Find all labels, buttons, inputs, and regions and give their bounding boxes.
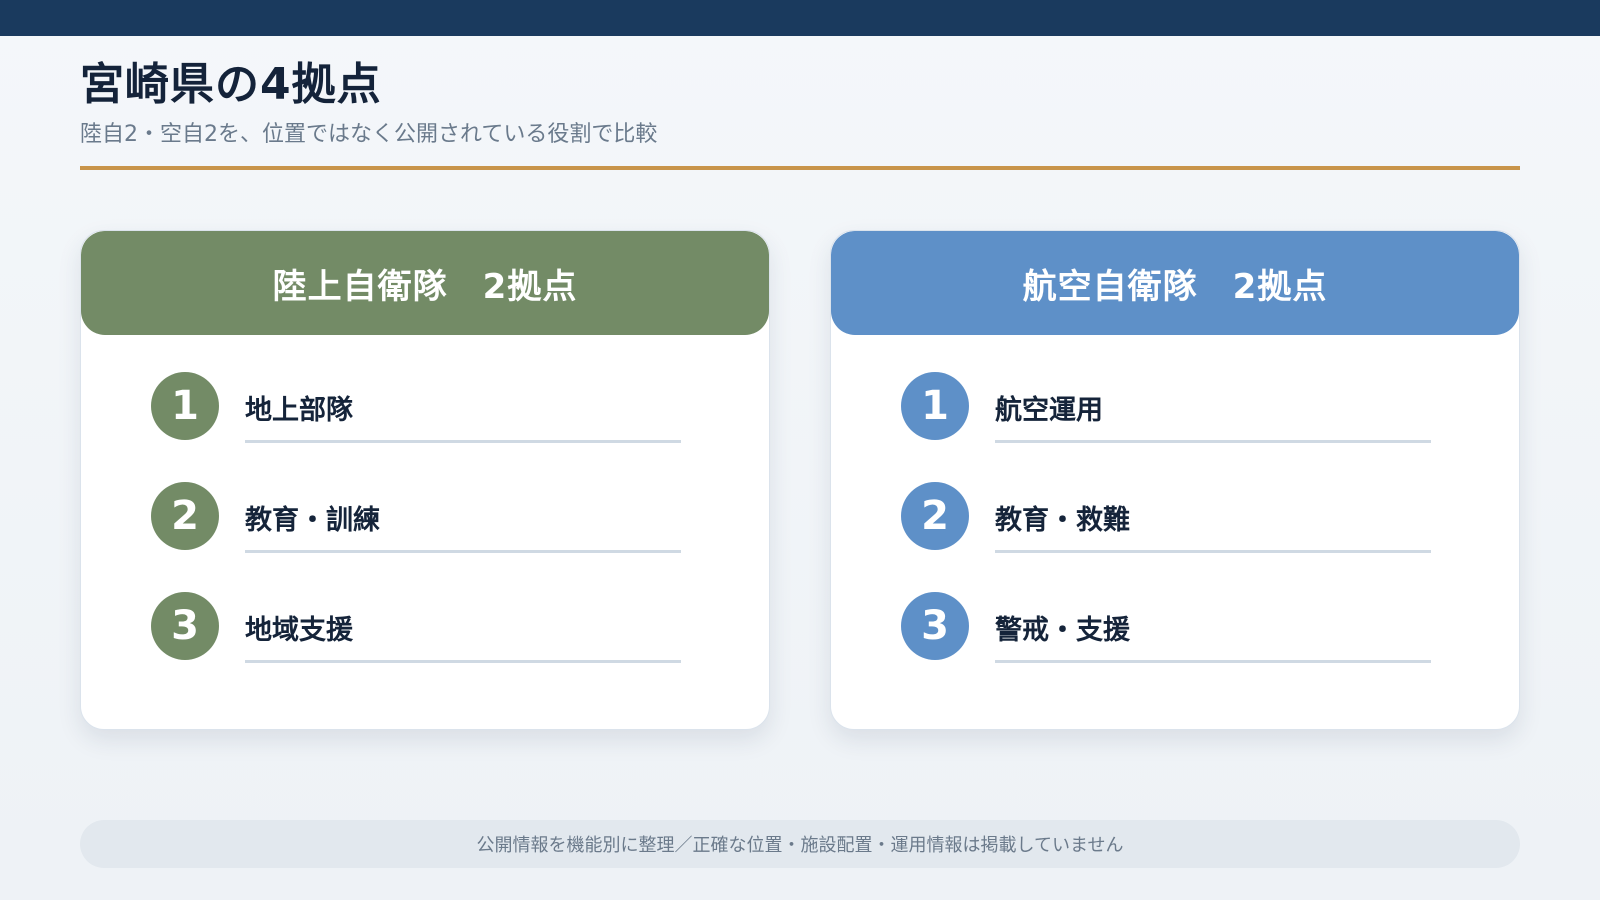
item-underline: [245, 440, 681, 443]
gsdf-item-2: 2 教育・訓練: [151, 482, 761, 553]
title-divider: [80, 166, 1520, 170]
item-underline: [995, 550, 1431, 553]
number-badge: 3: [901, 592, 969, 660]
item-underline: [245, 550, 681, 553]
number-badge: 3: [151, 592, 219, 660]
number-badge: 2: [901, 482, 969, 550]
number-badge: 1: [901, 372, 969, 440]
gsdf-card: 陸上自衛隊 2拠点 1 地上部隊 2 教育・訓練 3 地域支援: [80, 230, 770, 730]
gsdf-card-header: 陸上自衛隊 2拠点: [81, 231, 769, 335]
item-underline: [245, 660, 681, 663]
asdf-item-1: 1 航空運用: [901, 372, 1511, 443]
page-title: 宮崎県の4拠点: [80, 59, 382, 110]
item-label: 地域支援: [245, 615, 353, 646]
item-label: 地上部隊: [245, 395, 353, 426]
item-underline: [995, 440, 1431, 443]
number-badge: 1: [151, 372, 219, 440]
asdf-item-3: 3 警戒・支援: [901, 592, 1511, 663]
item-label: 航空運用: [995, 395, 1103, 426]
asdf-card: 航空自衛隊 2拠点 1 航空運用 2 教育・救難 3 警戒・支援: [830, 230, 1520, 730]
page-subtitle: 陸自2・空自2を、位置ではなく公開されている役割で比較: [80, 122, 658, 147]
item-underline: [995, 660, 1431, 663]
item-label: 教育・救難: [995, 505, 1130, 536]
asdf-item-2: 2 教育・救難: [901, 482, 1511, 553]
top-bar: [0, 0, 1600, 36]
number-badge: 2: [151, 482, 219, 550]
gsdf-item-1: 1 地上部隊: [151, 372, 761, 443]
asdf-card-header: 航空自衛隊 2拠点: [831, 231, 1519, 335]
gsdf-item-3: 3 地域支援: [151, 592, 761, 663]
item-label: 警戒・支援: [995, 615, 1130, 646]
item-label: 教育・訓練: [245, 505, 380, 536]
footer-note: 公開情報を機能別に整理／正確な位置・施設配置・運用情報は掲載していません: [80, 820, 1520, 868]
